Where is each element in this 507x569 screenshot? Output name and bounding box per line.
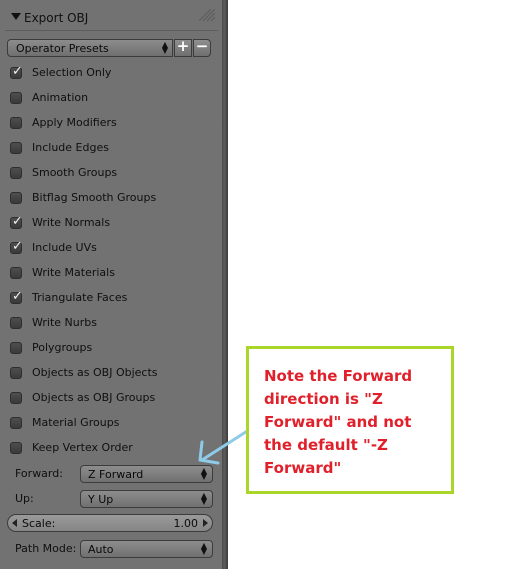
scale-label: Scale: <box>22 517 56 530</box>
remove-preset-button[interactable]: − <box>193 37 211 57</box>
up-dropdown[interactable]: Y Up ▲ ▼ <box>80 490 213 508</box>
checkbox-label: Animation <box>32 91 89 104</box>
checkbox[interactable] <box>10 117 22 129</box>
updown-arrows-icon: ▲ ▼ <box>200 491 207 506</box>
checkbox[interactable] <box>10 392 22 404</box>
up-value: Y Up <box>88 493 114 506</box>
checkbox[interactable] <box>10 142 22 154</box>
checkmark-icon: ✓ <box>12 289 23 304</box>
checkbox[interactable] <box>10 167 22 179</box>
checkbox[interactable] <box>10 192 22 204</box>
plus-icon: + <box>176 37 190 55</box>
decrement-arrow-icon[interactable] <box>12 519 17 527</box>
forward-value: Z Forward <box>88 468 144 481</box>
updown-arrows-icon: ▲ ▼ <box>161 40 168 55</box>
checkbox-label: Smooth Groups <box>32 166 118 179</box>
checkbox-label: Bitflag Smooth Groups <box>32 191 157 204</box>
panel-edge[interactable] <box>222 0 228 569</box>
checkmark-icon: ✓ <box>12 214 23 229</box>
checkbox[interactable] <box>10 317 22 329</box>
checkbox[interactable] <box>10 417 22 429</box>
checkmark-icon: ✓ <box>12 64 23 79</box>
scale-value: 1.00 <box>173 517 199 530</box>
collapse-triangle-icon[interactable] <box>11 13 21 20</box>
updown-arrows-icon: ▲ ▼ <box>200 541 207 556</box>
checkbox[interactable]: ✓ <box>10 289 23 304</box>
checkbox-label: Include Edges <box>32 141 109 154</box>
panel-header[interactable]: Export OBJ <box>5 6 218 31</box>
checkbox-label: Write Materials <box>32 266 115 279</box>
minus-icon: − <box>195 37 209 55</box>
checkbox[interactable]: ✓ <box>10 64 23 79</box>
checkbox-label: Keep Vertex Order <box>32 441 133 454</box>
checkbox-label: Include UVs <box>32 241 97 254</box>
operator-presets-dropdown[interactable]: Operator Presets ▲ ▼ <box>7 39 173 57</box>
checkbox-label: Write Nurbs <box>32 316 97 329</box>
scale-slider[interactable]: Scale: 1.00 <box>7 514 213 532</box>
checkbox[interactable] <box>10 367 22 379</box>
drag-grip-icon[interactable] <box>199 9 215 21</box>
path-mode-dropdown[interactable]: Auto ▲ ▼ <box>80 540 213 558</box>
checkbox-label: Triangulate Faces <box>32 291 128 304</box>
path-mode-label: Path Mode: <box>15 542 77 555</box>
checkbox-label: Polygroups <box>32 341 93 354</box>
export-obj-panel: Export OBJ Operator Presets ▲ ▼ + − ✓ Sele… <box>0 0 222 569</box>
checkbox-label: Objects as OBJ Objects <box>32 366 158 379</box>
checkbox-label: Material Groups <box>32 416 120 429</box>
checkbox-label: Write Normals <box>32 216 111 229</box>
annotation-text: Note the Forward direction is "Z Forward… <box>264 367 413 477</box>
checkbox[interactable] <box>10 342 22 354</box>
panel-title: Export OBJ <box>24 11 89 25</box>
checkbox-label: Apply Modifiers <box>32 116 117 129</box>
checkmark-icon: ✓ <box>12 239 23 254</box>
checkbox-label: Objects as OBJ Groups <box>32 391 156 404</box>
checkbox[interactable]: ✓ <box>10 214 23 229</box>
add-preset-button[interactable]: + <box>174 37 192 57</box>
forward-label: Forward: <box>15 467 63 480</box>
checkbox-label: Selection Only <box>32 66 112 79</box>
checkbox[interactable] <box>10 442 22 454</box>
checkbox[interactable] <box>10 267 22 279</box>
annotation-box: Note the Forward direction is "Z Forward… <box>246 346 454 494</box>
checkbox[interactable] <box>10 92 22 104</box>
path-mode-value: Auto <box>88 543 114 556</box>
increment-arrow-icon[interactable] <box>203 519 208 527</box>
up-label: Up: <box>15 492 34 505</box>
checkbox[interactable]: ✓ <box>10 239 23 254</box>
operator-presets-label: Operator Presets <box>16 42 109 55</box>
